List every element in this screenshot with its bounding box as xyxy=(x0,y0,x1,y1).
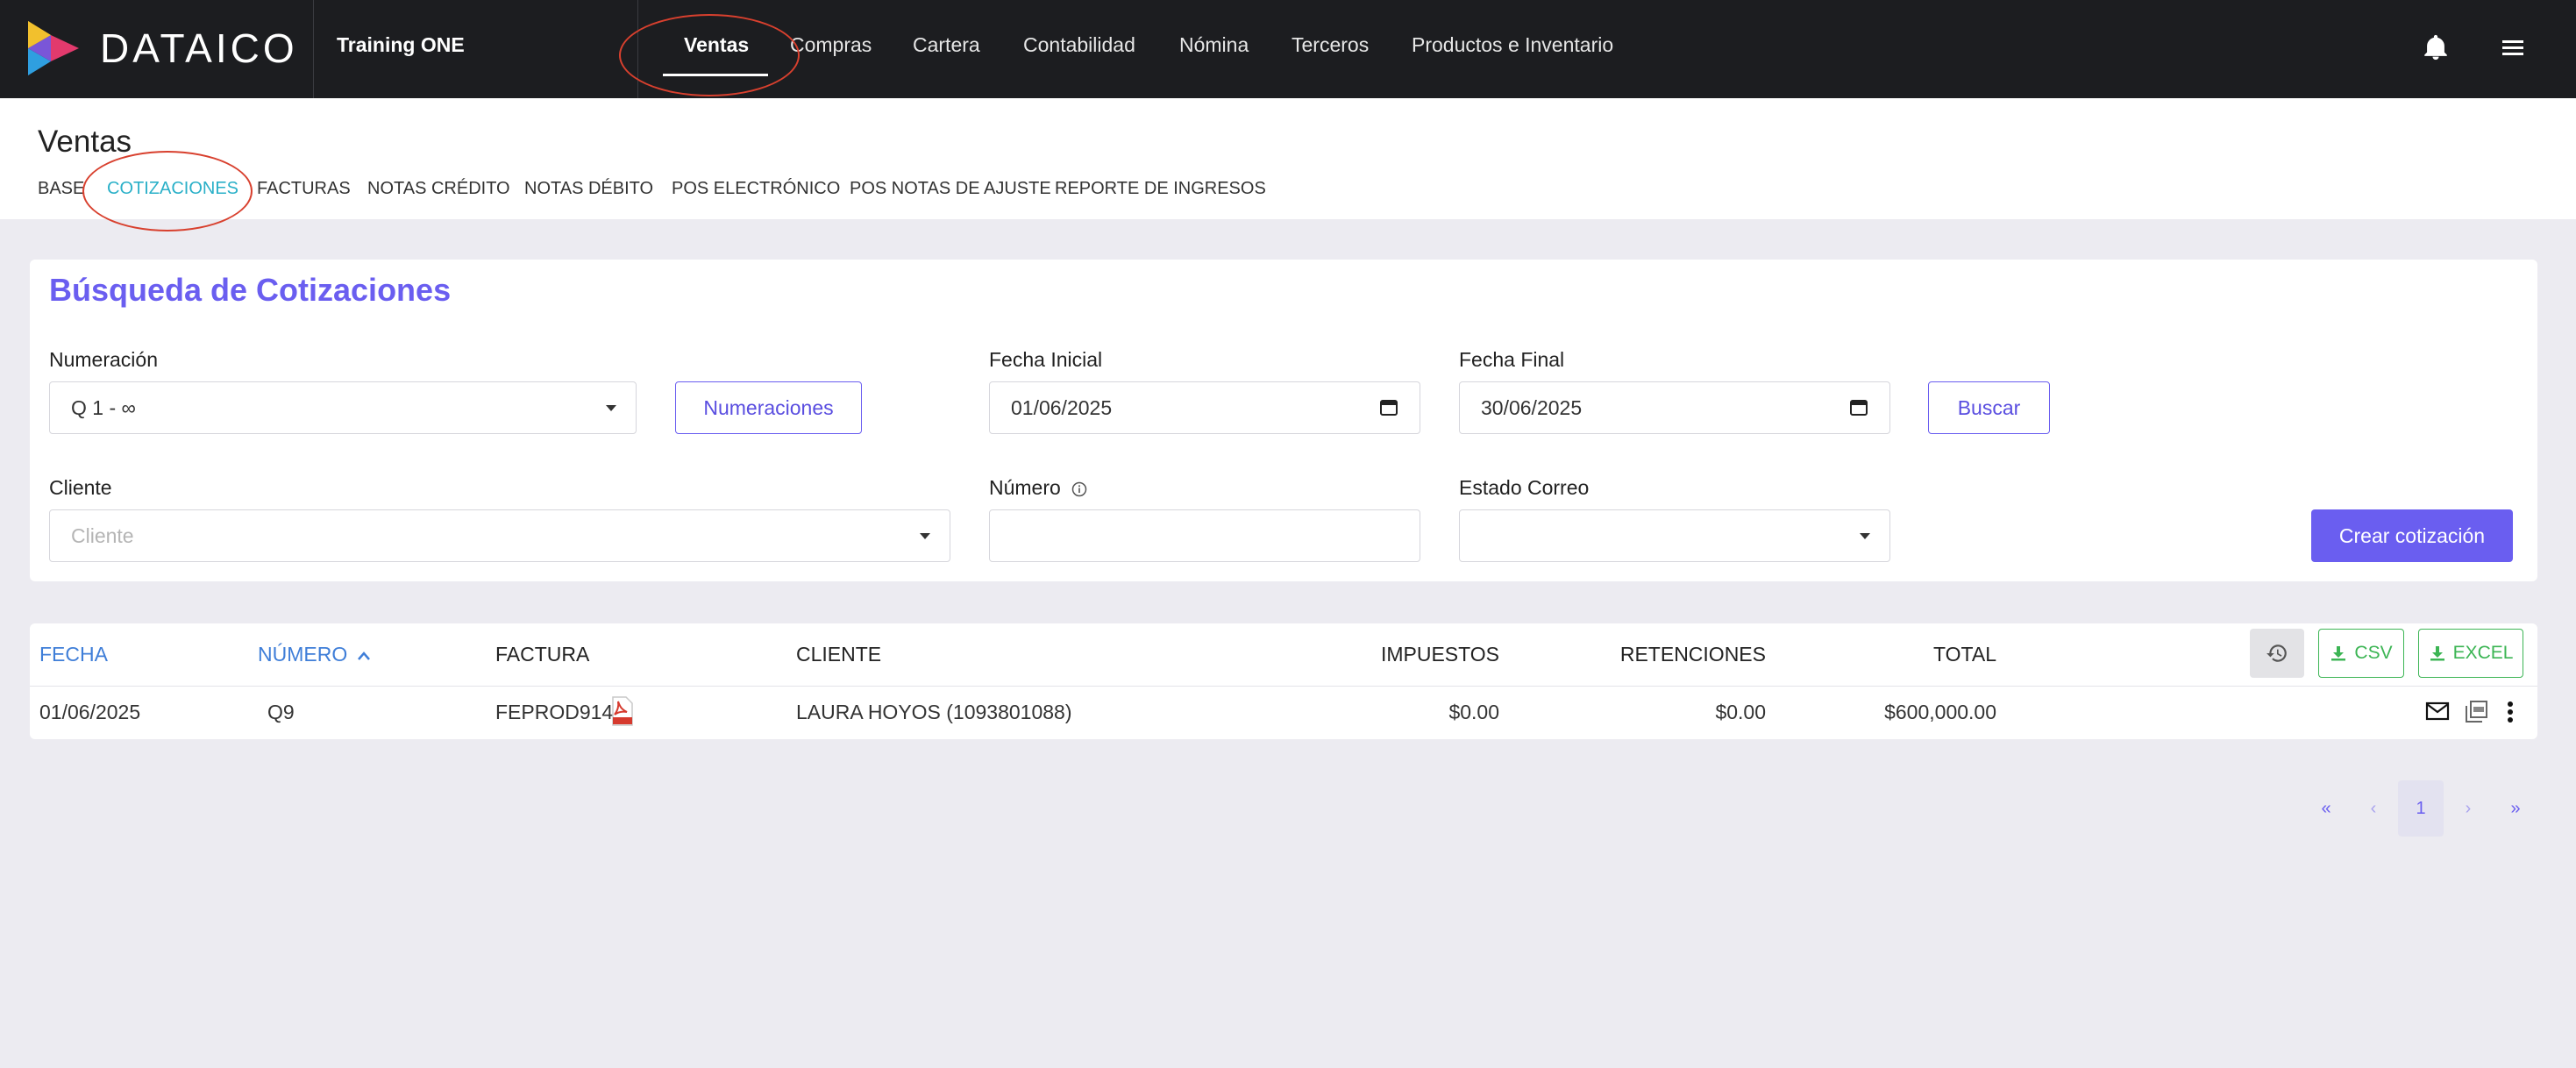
pagination-next[interactable]: › xyxy=(2445,780,2491,837)
estado-correo-label: Estado Correo xyxy=(1459,476,1590,499)
fecha-inicial-input[interactable]: 01/06/2025 xyxy=(989,381,1420,434)
numeracion-value: Q 1 - ∞ xyxy=(71,395,136,419)
pdf-file-icon[interactable] xyxy=(610,696,635,726)
column-header-total: TOTAL xyxy=(1933,643,1996,666)
cell-numero: Q9 xyxy=(267,701,295,723)
notifications-bell-icon[interactable] xyxy=(2421,32,2451,63)
chevron-down-icon xyxy=(606,405,616,411)
navbar-divider xyxy=(637,0,638,98)
brand-logo[interactable]: DATAICO xyxy=(25,19,298,77)
top-navbar: DATAICO Training ONE Ventas Compras Cart… xyxy=(0,0,2576,98)
crear-cotizacion-button[interactable]: Crear cotización xyxy=(2311,509,2513,562)
column-header-numero[interactable]: NÚMERO xyxy=(258,643,371,666)
cliente-label: Cliente xyxy=(49,476,112,499)
tab-notas-credito[interactable]: NOTAS CRÉDITO xyxy=(367,179,510,199)
cell-cliente: LAURA HOYOS (1093801088) xyxy=(796,701,1072,723)
excel-download-button[interactable]: EXCEL xyxy=(2418,629,2523,678)
cell-retenciones: $0.00 xyxy=(1715,701,1766,723)
nav-active-underline xyxy=(663,74,768,76)
brand-name: DATAICO xyxy=(100,25,298,71)
tab-reporte-ingresos[interactable]: REPORTE DE INGRESOS xyxy=(1055,179,1266,199)
numeracion-select[interactable]: Q 1 - ∞ xyxy=(49,381,637,434)
fecha-final-input[interactable]: 30/06/2025 xyxy=(1459,381,1890,434)
results-table xyxy=(30,623,2537,739)
pagination-last[interactable]: » xyxy=(2493,780,2538,837)
nav-item-productos-inventario[interactable]: Productos e Inventario xyxy=(1412,33,1613,57)
estado-correo-select[interactable] xyxy=(1459,509,1890,562)
tab-cotizaciones[interactable]: COTIZACIONES xyxy=(107,179,238,199)
email-icon[interactable] xyxy=(2425,701,2450,721)
company-name[interactable]: Training ONE xyxy=(337,33,465,57)
cliente-select[interactable]: Cliente xyxy=(49,509,950,562)
csv-download-button[interactable]: CSV xyxy=(2318,629,2404,678)
search-card-title: Búsqueda de Cotizaciones xyxy=(49,272,452,308)
numero-input[interactable] xyxy=(989,509,1420,562)
history-button[interactable] xyxy=(2250,629,2304,678)
numeraciones-button[interactable]: Numeraciones xyxy=(675,381,862,434)
sort-ascending-icon xyxy=(357,651,370,660)
column-header-impuestos: IMPUESTOS xyxy=(1380,643,1499,666)
nav-item-terceros[interactable]: Terceros xyxy=(1292,33,1369,57)
logo-triangle-icon xyxy=(28,21,79,75)
buscar-button[interactable]: Buscar xyxy=(1928,381,2050,434)
nav-item-cartera[interactable]: Cartera xyxy=(913,33,980,57)
more-options-icon[interactable] xyxy=(2506,701,2515,723)
navbar-divider xyxy=(313,0,314,98)
download-icon xyxy=(2430,646,2444,661)
history-icon xyxy=(2266,644,2287,662)
pagination-current-page[interactable]: 1 xyxy=(2398,780,2444,837)
tab-pos-notas-ajuste[interactable]: POS NOTAS DE AJUSTE xyxy=(850,179,1051,199)
pagination-first[interactable]: « xyxy=(2303,780,2349,837)
pagination-prev[interactable]: ‹ xyxy=(2351,780,2396,837)
csv-label: CSV xyxy=(2354,643,2393,663)
column-header-numero-label: NÚMERO xyxy=(258,643,348,666)
page-header: Ventas BASE COTIZACIONES FACTURAS NOTAS … xyxy=(0,98,2576,219)
chevron-down-icon xyxy=(920,533,930,539)
nav-item-compras[interactable]: Compras xyxy=(790,33,872,57)
download-icon xyxy=(2331,646,2346,661)
cell-factura[interactable]: FEPROD914 xyxy=(495,701,613,724)
cell-fecha: 01/06/2025 xyxy=(39,701,141,723)
page-title: Ventas xyxy=(38,125,132,159)
calendar-icon[interactable] xyxy=(1849,397,1868,417)
numero-label: Número xyxy=(989,476,1061,499)
pdf-document-icon[interactable] xyxy=(2464,700,2488,724)
tab-pos-electronico[interactable]: POS ELECTRÓNICO xyxy=(672,179,840,199)
tab-notas-debito[interactable]: NOTAS DÉBITO xyxy=(524,179,653,199)
nav-item-nomina[interactable]: Nómina xyxy=(1179,33,1249,57)
fecha-final-label: Fecha Final xyxy=(1459,348,1565,371)
cliente-placeholder: Cliente xyxy=(71,523,134,547)
info-icon[interactable] xyxy=(1071,481,1087,497)
numeracion-label: Numeración xyxy=(49,348,158,371)
column-header-cliente: CLIENTE xyxy=(796,643,882,666)
column-header-retenciones: RETENCIONES xyxy=(1619,643,1766,666)
fecha-inicial-value: 01/06/2025 xyxy=(1011,395,1113,419)
nav-item-ventas[interactable]: Ventas xyxy=(684,33,749,57)
column-header-factura: FACTURA xyxy=(495,643,590,666)
tab-facturas[interactable]: FACTURAS xyxy=(257,179,351,199)
fecha-final-value: 30/06/2025 xyxy=(1481,395,1583,419)
fecha-inicial-label: Fecha Inicial xyxy=(989,348,1103,371)
calendar-icon[interactable] xyxy=(1379,397,1398,417)
excel-label: EXCEL xyxy=(2452,643,2514,663)
column-header-fecha[interactable]: FECHA xyxy=(39,643,108,666)
chevron-down-icon xyxy=(1860,533,1870,539)
menu-hamburger-icon[interactable] xyxy=(2501,37,2525,58)
cell-impuestos: $0.00 xyxy=(1448,701,1499,723)
nav-item-contabilidad[interactable]: Contabilidad xyxy=(1023,33,1135,57)
table-header-divider xyxy=(30,686,2537,687)
tab-base[interactable]: BASE xyxy=(38,179,84,199)
cell-total: $600,000.00 xyxy=(1884,701,1996,723)
